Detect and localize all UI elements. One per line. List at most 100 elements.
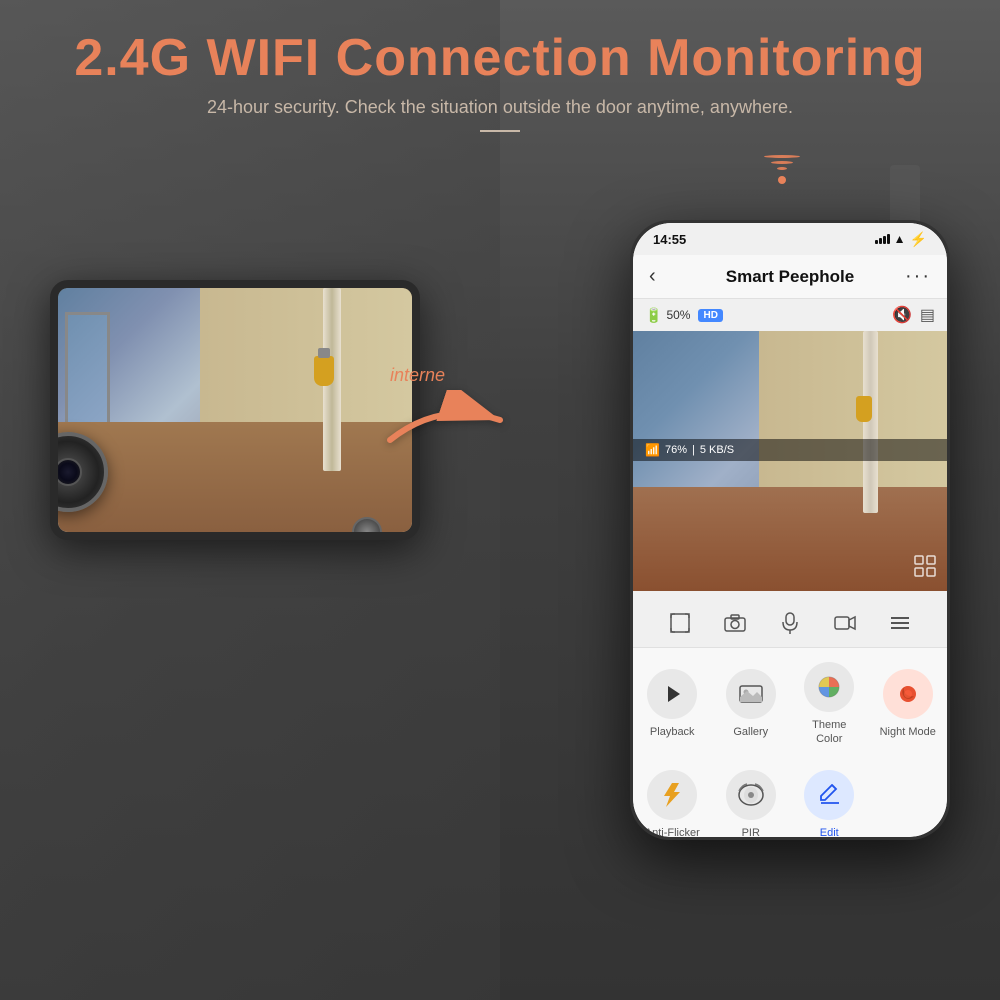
gallery-label: Gallery [733, 725, 768, 739]
microphone-icon [782, 612, 798, 634]
cam-speed: | [692, 444, 695, 456]
camera-icon [724, 614, 746, 632]
wifi-wave-medium [771, 161, 793, 164]
battery-percentage: 50% [666, 308, 690, 322]
divider [480, 130, 520, 132]
device-floor [58, 422, 412, 532]
camera-info-bar: 🔋 50% HD 🔇 ▤ [633, 299, 947, 331]
status-icons: ▲ ⚡ [875, 231, 927, 248]
cam-lamp [856, 396, 872, 422]
smartphone: 14:55 ▲ ⚡ ‹ Smart Peephole ··· [630, 220, 950, 840]
feature-anti-flicker[interactable]: Anti-Flicker [633, 756, 712, 837]
night-mode-label: Night Mode [880, 725, 936, 739]
pir-label: PIR [742, 826, 760, 837]
anti-flicker-label: Anti-Flicker [645, 826, 700, 837]
smart-device [50, 280, 420, 540]
anti-flicker-icon [661, 782, 683, 808]
edit-label: Edit [820, 826, 839, 837]
video-icon [834, 615, 856, 631]
wifi-wave-small [777, 167, 787, 170]
cam-wifi-pct: 76% [665, 444, 687, 456]
arrow-svg [380, 390, 510, 450]
feature-empty [869, 756, 948, 837]
feature-edit[interactable]: Edit [790, 756, 869, 837]
back-button[interactable]: ‹ [649, 265, 656, 288]
pir-icon [737, 783, 765, 807]
menu-ctrl[interactable] [880, 603, 920, 643]
edit-icon-circle [804, 770, 854, 820]
feature-pir[interactable]: PIR [712, 756, 791, 837]
battery-icon: ⚡ [910, 231, 927, 248]
camera-feed: 📶 76% | 5 KB/S [633, 331, 947, 591]
wifi-status-icon: ▲ [894, 232, 906, 246]
signal-bar-3 [883, 236, 886, 244]
device-button[interactable] [352, 517, 382, 540]
theme-color-icon [817, 675, 841, 699]
playback-label: Playback [650, 725, 695, 739]
mute-icon[interactable]: 🔇 [892, 305, 912, 325]
wifi-waves [764, 155, 800, 184]
night-mode-icon-circle [883, 669, 933, 719]
gallery-icon [739, 683, 763, 705]
cam-wifi-icon: 📶 [645, 443, 660, 457]
aspect-ratio-icon[interactable]: ▤ [920, 305, 935, 325]
video-ctrl[interactable] [825, 603, 865, 643]
signal-bar-1 [875, 240, 878, 244]
arrow-indicator: interne [380, 390, 510, 455]
feature-theme-color[interactable]: Theme Color [790, 648, 869, 757]
hamburger-icon [889, 615, 911, 631]
cam-floor [633, 487, 947, 591]
battery-small-icon: 🔋 [645, 307, 662, 324]
app-title: Smart Peephole [726, 267, 855, 287]
feature-playback[interactable]: Playback [633, 648, 712, 757]
signal-bar-4 [887, 234, 890, 244]
phone-container: 14:55 ▲ ⚡ ‹ Smart Peephole ··· [630, 220, 950, 840]
mic-ctrl[interactable] [770, 603, 810, 643]
status-time: 14:55 [653, 232, 686, 247]
phone-screen: 14:55 ▲ ⚡ ‹ Smart Peephole ··· [633, 223, 947, 837]
signal-bar-2 [879, 238, 882, 244]
camera-lens-inner [54, 458, 82, 486]
fullscreen-ctrl[interactable] [660, 603, 700, 643]
cam-speed-value: 5 KB/S [700, 444, 734, 456]
more-button[interactable]: ··· [905, 265, 931, 288]
porch-scene-device [58, 288, 412, 532]
feature-night-mode[interactable]: Night Mode [869, 648, 948, 757]
wifi-signal-indicator [764, 155, 800, 184]
feature-grid-row1: Playback Gallery [633, 648, 947, 757]
app-header: ‹ Smart Peephole ··· [633, 255, 947, 299]
signal-bars [875, 234, 890, 244]
expand-icon [913, 554, 937, 578]
header: 2.4G WIFI Connection Monitoring 24-hour … [0, 0, 1000, 152]
expand-button[interactable] [913, 554, 937, 583]
device-lamp [314, 356, 334, 386]
anti-flicker-icon-circle [647, 770, 697, 820]
pir-icon-circle [726, 770, 776, 820]
device-top-right [890, 165, 920, 225]
device-screen [50, 280, 420, 540]
feature-gallery[interactable]: Gallery [712, 648, 791, 757]
subtitle: 24-hour security. Check the situation ou… [40, 97, 960, 118]
wifi-dot [778, 176, 786, 184]
theme-color-icon-circle [804, 662, 854, 712]
fullscreen-icon [670, 613, 690, 633]
feature-grid-row2: Anti-Flicker PIR [633, 756, 947, 837]
cam-wifi-bar: 📶 76% | 5 KB/S [633, 439, 947, 461]
status-bar: 14:55 ▲ ⚡ [633, 223, 947, 255]
playback-icon [660, 682, 684, 706]
cam-column [863, 331, 878, 513]
battery-status: 🔋 50% [645, 307, 690, 324]
wifi-wave-large [764, 155, 800, 158]
gallery-icon-circle [726, 669, 776, 719]
controls-row [633, 598, 947, 648]
arrow-label: interne [390, 365, 445, 386]
night-mode-icon [896, 682, 920, 706]
device-display [58, 288, 412, 532]
hd-badge: HD [698, 309, 722, 322]
camera-ctrl[interactable] [715, 603, 755, 643]
main-title: 2.4G WIFI Connection Monitoring [40, 30, 960, 87]
playback-icon-circle [647, 669, 697, 719]
camera-feed-inner [633, 331, 947, 591]
edit-icon [818, 784, 840, 806]
theme-color-label: Theme Color [798, 718, 861, 747]
